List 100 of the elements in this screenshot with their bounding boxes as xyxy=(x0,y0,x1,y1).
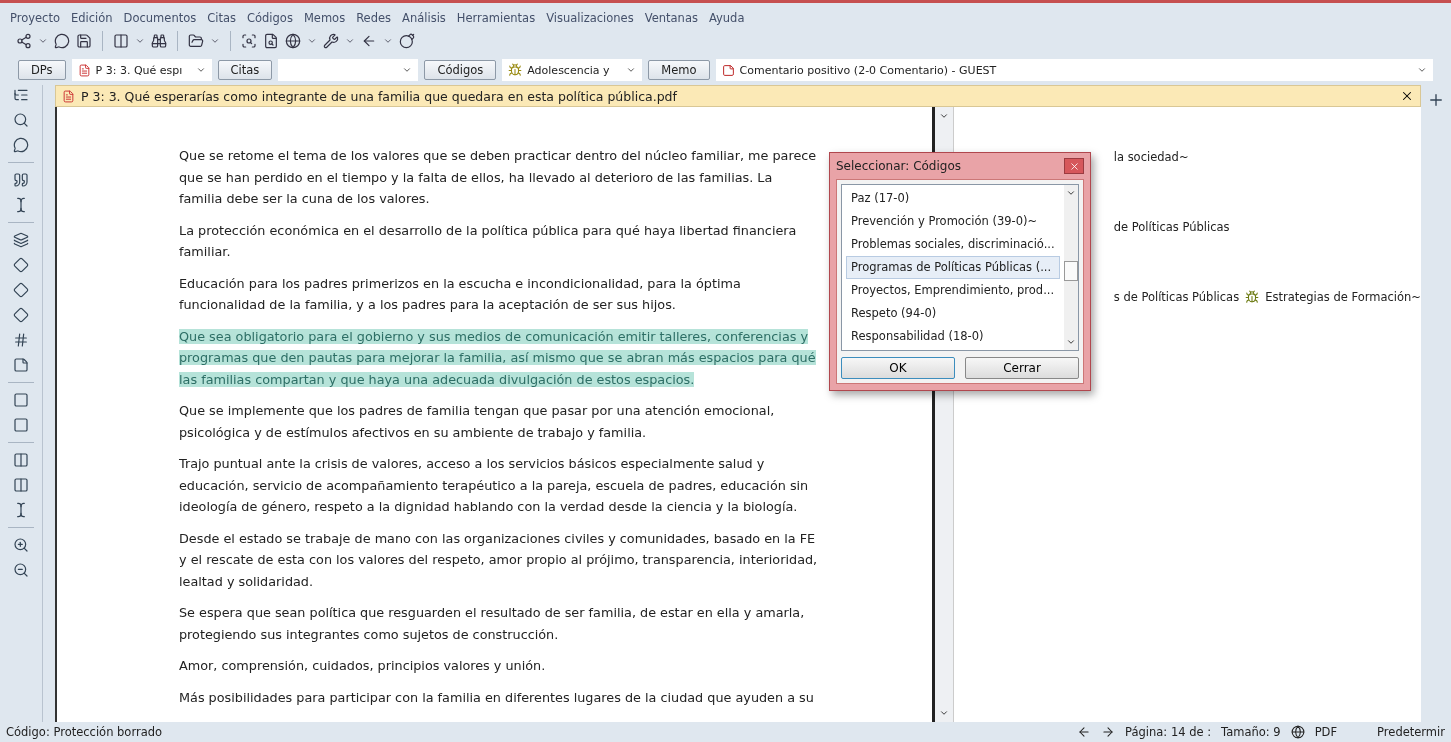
menu-item[interactable]: Documentos xyxy=(123,11,197,25)
code-label[interactable]: Estrategias de Formación~ xyxy=(1265,290,1421,304)
scroll-down-icon[interactable] xyxy=(938,708,949,718)
back-icon[interactable] xyxy=(1077,725,1092,739)
close-icon[interactable] xyxy=(1400,89,1414,103)
paragraph: Que se retome el tema de los valores que se deben practicar dentro del núcleo familiar, me parece que se han perdido en el tiempo y la falta de ellos, ha llevado al deterioro de las familias. La familia debe ser la cuna de los valores. xyxy=(179,147,818,208)
diamond-icon[interactable] xyxy=(13,282,29,298)
binoculars-icon[interactable] xyxy=(151,33,167,49)
scroll-up-icon[interactable] xyxy=(1065,188,1076,198)
hash-icon[interactable] xyxy=(13,332,29,348)
selector-button[interactable]: Códigos xyxy=(424,60,497,80)
scrollbar[interactable] xyxy=(1063,185,1078,350)
caret-icon[interactable] xyxy=(383,36,393,46)
document-title: P 3: 3. Qué esperarías como integrante de una familia que quedara en esta política pública.pdf xyxy=(81,88,678,104)
frame-icon[interactable] xyxy=(13,417,29,433)
globe-icon[interactable] xyxy=(285,33,301,49)
menu-item[interactable]: Memos xyxy=(303,11,346,25)
selector-button[interactable]: DPs xyxy=(18,60,66,80)
combo-box[interactable]: Comentario positivo (2-0 Comentario) - GUEST xyxy=(715,59,1433,81)
format-label: PDF xyxy=(1314,725,1338,739)
paragraph: Más posibilidades para participar con la familia en diferentes lugares de la ciudad que ayuden a su xyxy=(179,688,815,707)
caret-icon[interactable] xyxy=(626,65,637,75)
list-item[interactable]: Responsabilidad (18-0) xyxy=(846,325,1060,348)
code-label[interactable]: la sociedad~ xyxy=(1113,150,1189,164)
caret-icon[interactable] xyxy=(307,36,317,46)
dialog-button[interactable]: OK xyxy=(841,357,955,379)
search-icon[interactable] xyxy=(13,112,29,128)
caret-icon[interactable] xyxy=(402,65,413,75)
paragraph: Amor, comprensión, cuidados, principios valores y unión. xyxy=(179,657,547,675)
speech-bubble-icon[interactable] xyxy=(13,137,29,153)
selector-button[interactable]: Citas xyxy=(217,60,273,80)
caret-icon[interactable] xyxy=(345,36,355,46)
caret-icon[interactable] xyxy=(1417,65,1427,75)
page-indicator: Página: 14 de : xyxy=(1125,725,1212,739)
bug-icon xyxy=(1245,290,1260,304)
paragraph: Trajo puntual ante la crisis de valores, acceso a los servicios básicos especialmente salud y educación, servicio de acompañamiento terapéutico a la pareja, escuela de padres, educación sin ideología de género, respeto a la dignidad hablando con la verdad desde la ciencia y la biología. xyxy=(179,455,810,516)
zoom-out-icon[interactable] xyxy=(13,562,29,578)
menu-item[interactable]: Códigos xyxy=(247,11,293,25)
diamond-icon[interactable] xyxy=(13,307,29,323)
code-label[interactable]: s de Políticas Públicas xyxy=(1113,290,1240,304)
scroll-up-icon[interactable] xyxy=(938,111,949,121)
list-item[interactable]: Proyectos, Emprendimiento, prod... xyxy=(846,279,1060,302)
diamond-icon[interactable] xyxy=(13,257,29,273)
columns-icon[interactable] xyxy=(113,33,129,49)
highlighted-paragraph: Que sea obligatorio para el gobierno y sus medios de comunicación emitir talleres, conferencias y programas que den pautas para mejorar la familia, así mismo que se abran más espacios para qué las familias compartan y que haya una adecuada divulgación de estos espacios. xyxy=(179,327,817,389)
menu-item[interactable]: Proyecto xyxy=(10,11,60,25)
list-item[interactable]: Programas de Políticas Públicas (... xyxy=(846,256,1060,279)
caret-icon[interactable] xyxy=(38,36,48,46)
plus-icon[interactable] xyxy=(1427,91,1445,109)
pdf-icon xyxy=(77,63,91,77)
wrench-icon[interactable] xyxy=(323,33,339,49)
combo-box[interactable]: P 3: 3. Qué espı xyxy=(71,59,212,81)
zoom-in-icon[interactable] xyxy=(13,537,29,553)
combo-box[interactable]: Adolescencia y xyxy=(502,59,643,81)
paragraph: Que se implemente que los padres de familia tengan que pasar por una atención emocional, psicológica y de estímulos afectivos en su ambiente de trabajo y familia. xyxy=(179,402,776,442)
paragraph: Desde el estado se trabaje de mano con las organizaciones civiles y comunidades, basado en la FE y el rescate de esta con los valores del respeto, amor propio al prójimo, transparencia, interioridad, lealtad y solidaridad. xyxy=(179,529,819,591)
menu-item[interactable]: Ayuda xyxy=(708,11,745,25)
list-item[interactable]: Respeto (94-0) xyxy=(846,302,1060,325)
caret-icon[interactable] xyxy=(135,36,145,46)
menu-item[interactable]: Análisis xyxy=(402,11,446,25)
bug-icon xyxy=(508,63,523,77)
quote-icon[interactable] xyxy=(13,172,29,188)
menu-item[interactable]: Herramientas xyxy=(456,11,536,25)
menu-item[interactable]: Citas xyxy=(207,11,236,25)
menu-item[interactable]: Edición xyxy=(71,11,113,25)
scroll-down-icon[interactable] xyxy=(1065,337,1076,347)
menu-item[interactable]: Redes xyxy=(356,11,392,25)
query-icon[interactable] xyxy=(241,33,257,49)
menu-item[interactable]: Ventanas xyxy=(644,11,698,25)
dialog-title: Seleccionar: Códigos xyxy=(836,159,961,173)
columns-icon[interactable] xyxy=(13,477,29,493)
list-item[interactable]: Paz (17-0) xyxy=(846,187,1060,210)
document-search-icon[interactable] xyxy=(263,33,279,49)
columns-icon[interactable] xyxy=(13,452,29,468)
layers-icon[interactable] xyxy=(13,232,29,248)
close-button[interactable] xyxy=(1064,158,1084,174)
caret-icon[interactable] xyxy=(210,36,220,46)
status-message: Código: Protección borrado xyxy=(6,725,164,739)
frame-icon[interactable] xyxy=(13,392,29,408)
bomb-icon[interactable] xyxy=(399,33,415,49)
save-icon[interactable] xyxy=(76,33,92,49)
scroll-thumb[interactable] xyxy=(1063,260,1078,281)
pdf-icon xyxy=(62,89,75,103)
network-icon[interactable] xyxy=(16,33,32,49)
size-indicator: Tamaño: 9 xyxy=(1221,725,1281,739)
back-icon[interactable] xyxy=(361,33,377,49)
menu-item[interactable]: Visualizaciones xyxy=(546,11,634,25)
tree-icon[interactable] xyxy=(13,87,29,103)
list-item[interactable]: Prevención y Promoción (39-0)~ xyxy=(846,210,1060,233)
note-icon xyxy=(721,63,735,77)
caret-icon[interactable] xyxy=(195,65,206,75)
folder-icon[interactable] xyxy=(188,33,204,49)
dialog-button[interactable]: Cerrar xyxy=(965,357,1079,379)
forward-icon[interactable] xyxy=(1101,725,1116,739)
selector-button[interactable]: Memo xyxy=(648,60,710,80)
speech-bubble-icon[interactable] xyxy=(54,33,70,49)
code-label[interactable]: de Políticas Públicas xyxy=(1113,220,1230,234)
list-item[interactable]: Problemas sociales, discriminació... xyxy=(846,233,1060,256)
paragraph: La protección económica en el desarrollo de la política pública para qué haya libertad financiera familiar. xyxy=(179,221,798,261)
note-icon[interactable] xyxy=(13,357,29,373)
